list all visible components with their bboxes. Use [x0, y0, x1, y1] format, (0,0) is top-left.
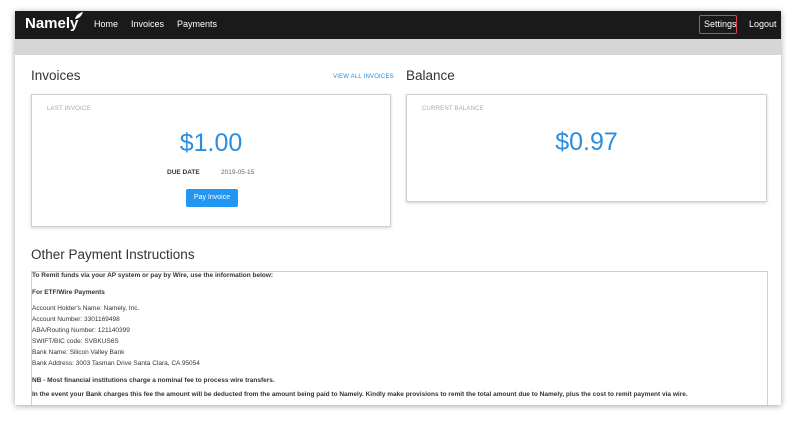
last-invoice-label: LAST INVOICE [47, 106, 91, 112]
nav-settings[interactable]: Settings [704, 19, 737, 29]
account-number-line: Account Number: 3301169498 [32, 316, 120, 323]
swift-code-line: SWIFT/BIC code: SVBKUS6S [32, 338, 119, 345]
balance-title: Balance [406, 68, 455, 83]
account-holder-line: Account Holder's Name: Namely, Inc. [32, 305, 140, 312]
invoice-amount: $1.00 [179, 129, 243, 157]
bank-name-line: Bank Name: Silicon Valley Bank [32, 349, 125, 356]
etf-wire-heading: For ETF/Wire Payments [32, 289, 105, 296]
payment-instructions-box: To Remit funds via your AP system or pay… [31, 271, 768, 405]
app-window: Namely Home Invoices Payments Settings L… [15, 11, 781, 405]
nav-invoices[interactable]: Invoices [131, 19, 164, 29]
nav-logout[interactable]: Logout [749, 19, 777, 29]
due-date-label: DUE DATE [167, 169, 200, 176]
bank-fee-note: In the event your Bank charges this fee … [32, 391, 688, 398]
balance-amount: $0.97 [555, 128, 618, 156]
current-balance-card: CURRENT BALANCE $0.97 [406, 94, 767, 202]
last-invoice-card: LAST INVOICE $1.00 DUE DATE 2019-05-15 P… [31, 94, 391, 227]
leaf-icon [75, 12, 83, 19]
routing-number-line: ABA/Routing Number: 121140399 [32, 327, 130, 334]
invoices-title: Invoices [31, 68, 81, 83]
current-balance-label: CURRENT BALANCE [422, 106, 484, 112]
nav-payments[interactable]: Payments [177, 19, 217, 29]
pay-invoice-button[interactable]: Pay Invoice [186, 189, 238, 207]
top-navbar: Namely Home Invoices Payments Settings L… [15, 11, 781, 39]
brand-logo[interactable]: Namely [25, 15, 78, 32]
instructions-intro: To Remit funds via your AP system or pay… [32, 272, 274, 279]
sub-header-bar [15, 39, 781, 55]
main-content: Invoices VIEW ALL INVOICES LAST INVOICE … [15, 55, 781, 405]
bank-address-line: Bank Address: 3003 Tasman Drive Santa Cl… [32, 360, 200, 367]
payment-instructions-title: Other Payment Instructions [31, 247, 195, 262]
view-all-invoices-link[interactable]: VIEW ALL INVOICES [333, 74, 394, 80]
nav-home[interactable]: Home [94, 19, 118, 29]
due-date-value: 2019-05-15 [221, 169, 255, 176]
nb-fee-note: NB - Most financial institutions charge … [32, 377, 275, 384]
